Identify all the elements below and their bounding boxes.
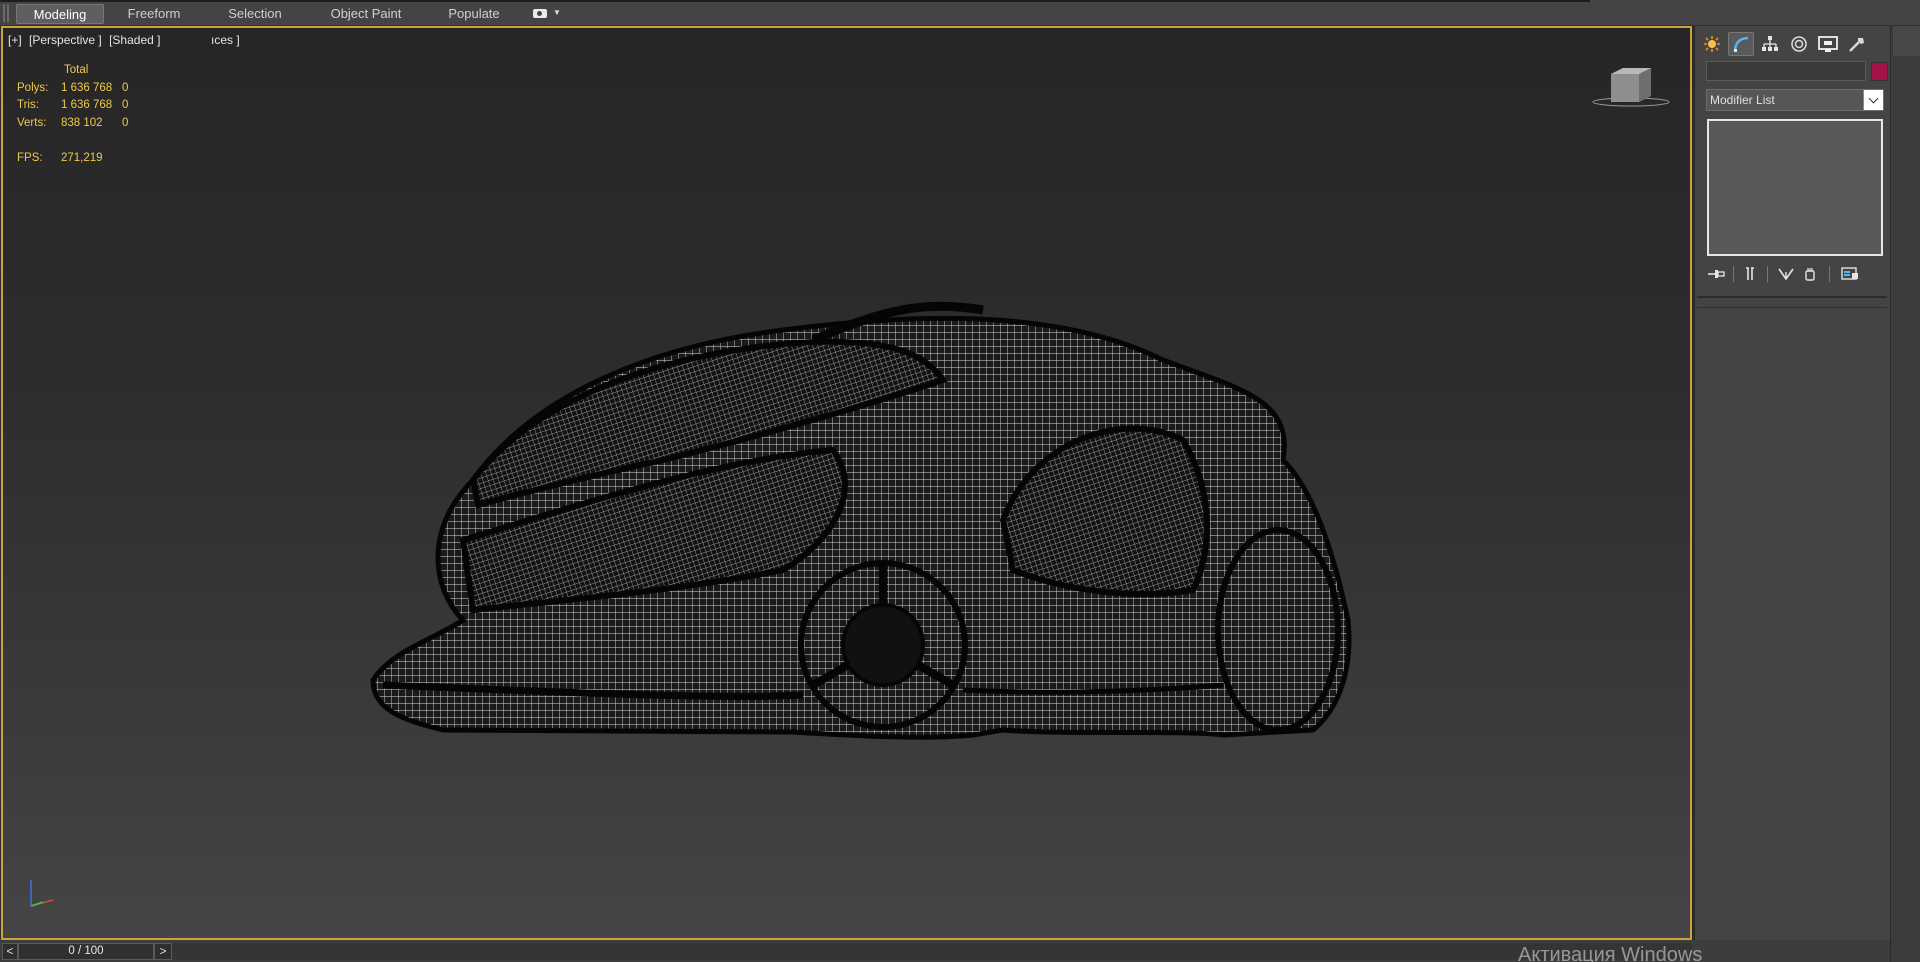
stats-value: 838 102	[61, 116, 103, 129]
make-unique-icon	[1778, 268, 1794, 281]
modify-icon	[1733, 36, 1749, 52]
viewport-shading-menu[interactable]: [Shaded ]	[109, 33, 160, 47]
wireframe-car-model[interactable]	[363, 290, 1353, 750]
viewport-label-menu[interactable]: [+] [Perspective ] [Shaded ]	[8, 33, 164, 47]
modifier-list-label: Modifier List	[1710, 93, 1775, 107]
display-tab[interactable]	[1815, 32, 1841, 56]
panel-divider	[1697, 296, 1887, 298]
camera-icon	[533, 9, 547, 18]
tab-object-paint[interactable]: Object Paint	[320, 4, 412, 24]
windows-activation-watermark: Активация Windows	[1518, 944, 1703, 962]
toolbar-divider	[1829, 266, 1830, 282]
camera-dropdown-icon[interactable]: ▼	[533, 8, 563, 22]
stats-header-total: Total	[64, 64, 89, 76]
stats-key: Polys:	[17, 81, 49, 94]
utilities-tab[interactable]	[1844, 32, 1870, 56]
modifier-stack-toolbar	[1705, 264, 1885, 284]
chevron-down-icon[interactable]	[1863, 90, 1883, 110]
axis-tripod-icon	[30, 880, 54, 907]
stats-value: 1 636 768	[61, 99, 113, 111]
tab-populate[interactable]: Populate	[440, 4, 508, 24]
make-unique-button[interactable]	[1775, 264, 1797, 284]
command-panel-scroll-top	[1893, 26, 1920, 56]
create-tab[interactable]	[1699, 32, 1725, 56]
object-name-field[interactable]	[1706, 61, 1866, 81]
toolbar-divider	[1767, 266, 1768, 282]
tab-modeling[interactable]: Modeling	[16, 4, 104, 24]
tab-freeform[interactable]: Freeform	[118, 4, 190, 24]
modifier-list-dropdown[interactable]: Modifier List	[1706, 89, 1884, 111]
stats-key: FPS:	[17, 151, 43, 164]
command-panel-tabs	[1695, 28, 1891, 58]
car-rear-wheel	[1215, 527, 1341, 733]
stats-selected: 0	[122, 81, 129, 94]
hierarchy-tab[interactable]	[1757, 32, 1783, 56]
stats-key: Tris:	[17, 99, 39, 111]
stats-value: 271,219	[61, 151, 103, 164]
create-icon	[1704, 36, 1720, 52]
tab-selection[interactable]: Selection	[219, 4, 291, 24]
time-slider-thumb[interactable]: 0 / 100	[18, 943, 154, 960]
pin-stack-icon	[1708, 270, 1725, 278]
ribbon-bar: Modeling Freeform Selection Object Paint…	[0, 0, 1920, 26]
command-panel-scrollbar[interactable]	[1890, 26, 1920, 962]
modifier-stack-list[interactable]	[1707, 119, 1883, 256]
remove-modifier-button[interactable]	[1799, 264, 1821, 284]
object-color-swatch[interactable]	[1871, 62, 1888, 81]
command-panel: Modifier List	[1694, 26, 1890, 940]
show-end-result-button[interactable]	[1739, 264, 1761, 284]
hierarchy-icon	[1762, 36, 1778, 51]
viewport-point-of-view-menu[interactable]: [Perspective ]	[29, 33, 102, 47]
motion-icon	[1791, 36, 1807, 52]
motion-tab[interactable]	[1786, 32, 1812, 56]
toolbar-divider	[1733, 266, 1734, 282]
app-window: Modeling Freeform Selection Object Paint…	[0, 0, 1920, 962]
next-frame-button[interactable]: >	[154, 943, 172, 960]
stats-key: Verts:	[17, 116, 47, 129]
viewcube-side	[1639, 68, 1651, 102]
ribbon-top-line	[0, 0, 1590, 2]
pin-stack-button[interactable]	[1705, 264, 1727, 284]
previous-frame-button[interactable]: <	[2, 943, 18, 960]
configure-modifier-sets-button[interactable]	[1839, 264, 1861, 284]
stats-selected: 0	[122, 99, 129, 111]
panel-divider	[1697, 307, 1887, 308]
stats-value: 1 636 768	[61, 81, 113, 94]
configure-sets-icon	[1841, 267, 1858, 280]
ribbon-grip-handle[interactable]	[3, 4, 9, 22]
utilities-icon	[1849, 38, 1864, 52]
viewport-general-menu[interactable]: [+]	[8, 33, 22, 47]
modify-tab[interactable]	[1728, 32, 1754, 56]
viewcube-icon[interactable]	[1591, 66, 1671, 110]
car-front-wheel-hub	[841, 603, 925, 687]
time-slider-track[interactable]	[172, 943, 1692, 960]
stats-selected: 0	[122, 116, 129, 129]
perspective-viewport[interactable]: [+] [Perspective ] [Shaded ] ıces ] Tota…	[1, 26, 1692, 940]
chevron-down-icon: ▼	[553, 8, 561, 17]
display-icon	[1818, 36, 1838, 52]
remove-modifier-icon	[1805, 268, 1815, 281]
viewport-per-view-menu[interactable]: ıces ]	[211, 33, 240, 47]
show-end-result-icon	[1746, 267, 1754, 280]
